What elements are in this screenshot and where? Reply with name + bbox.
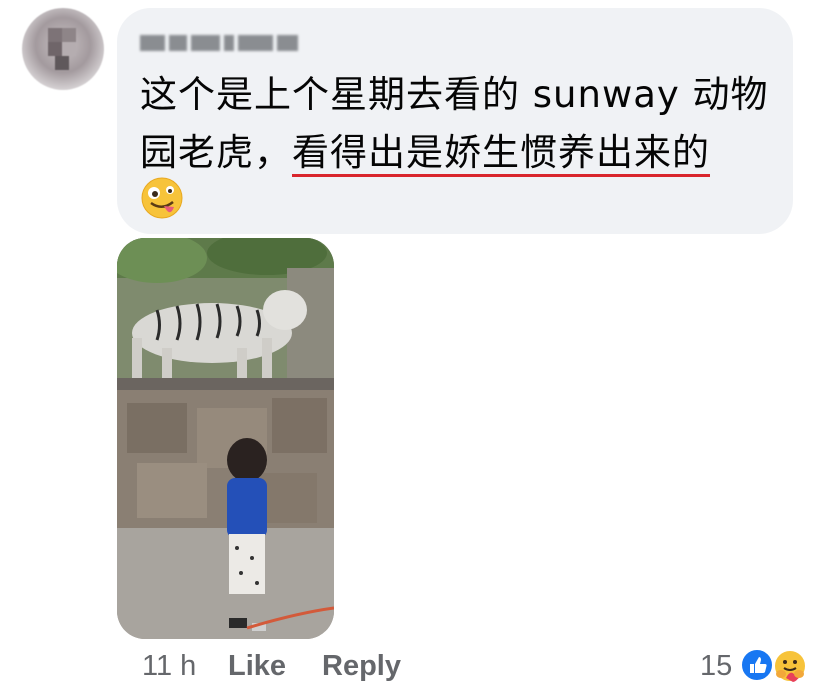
care-reaction-icon[interactable] bbox=[772, 648, 808, 684]
photo-image bbox=[117, 238, 334, 639]
timestamp[interactable]: 11 h bbox=[142, 650, 196, 683]
like-button[interactable]: Like bbox=[228, 650, 286, 683]
avatar-pixel bbox=[55, 56, 69, 70]
avatar-pixel bbox=[48, 42, 62, 56]
avatar[interactable] bbox=[22, 8, 104, 90]
avatar-pixel bbox=[48, 28, 62, 42]
comment-footer: 11 h Like Reply 15 bbox=[0, 648, 828, 688]
zany-face-emoji bbox=[141, 177, 183, 219]
comment-thread: 这个是上个星期去看的 sunway 动物 园老虎，看得出是娇生惯养出来的 11 … bbox=[0, 0, 828, 693]
comment-line-2-plain: 园老虎， bbox=[140, 131, 292, 174]
highlighted-text: 看得出是娇生惯养出来的 bbox=[292, 131, 710, 177]
reply-button[interactable]: Reply bbox=[322, 650, 401, 683]
avatar-pixel bbox=[62, 28, 76, 42]
comment-line-2: 园老虎，看得出是娇生惯养出来的 bbox=[140, 124, 780, 182]
comment-text: 这个是上个星期去看的 sunway 动物 园老虎，看得出是娇生惯养出来的 bbox=[140, 66, 780, 182]
reaction-count[interactable]: 15 bbox=[700, 650, 732, 683]
like-reaction-icon[interactable] bbox=[740, 648, 774, 682]
avatar-pixel bbox=[62, 42, 76, 56]
author-name-blurred[interactable] bbox=[140, 32, 298, 54]
comment-line-1: 这个是上个星期去看的 sunway 动物 bbox=[140, 73, 769, 116]
attached-photo-tiger-enclosure[interactable] bbox=[117, 238, 334, 639]
